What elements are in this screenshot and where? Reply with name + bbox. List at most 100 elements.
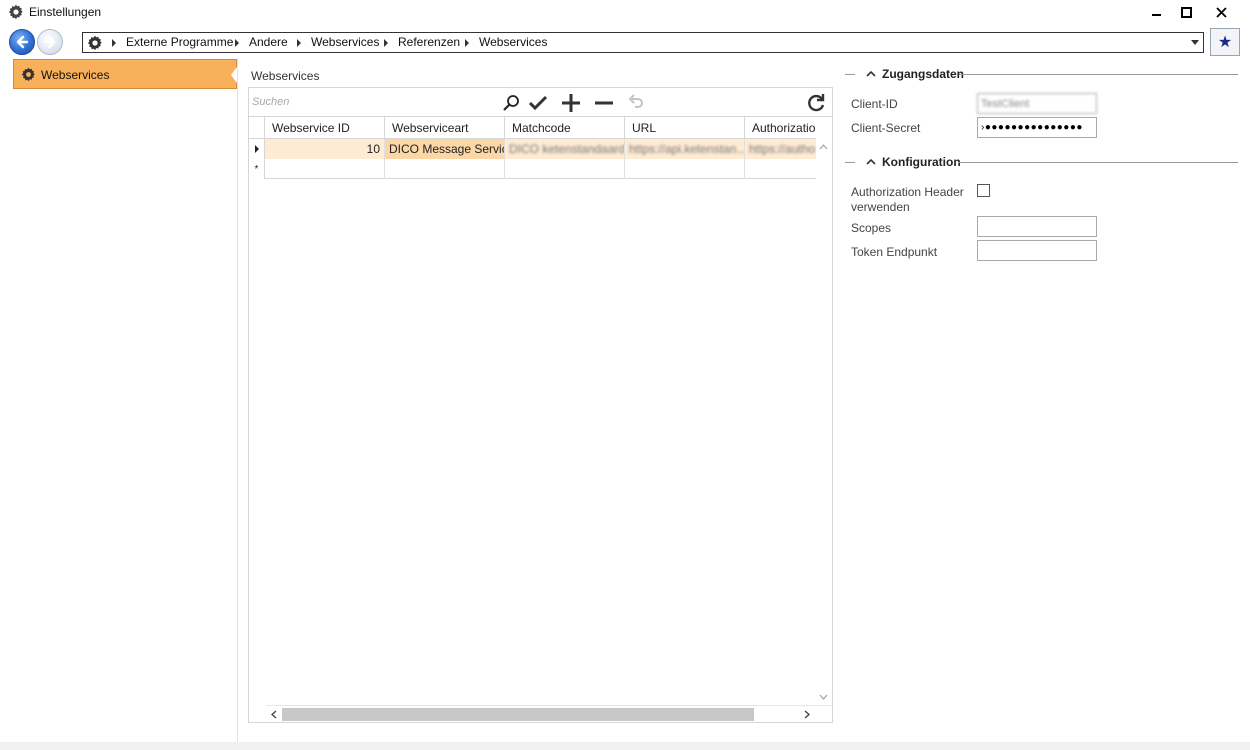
status-bar bbox=[0, 742, 1250, 750]
sidebar-item-webservices[interactable]: Webservices bbox=[13, 59, 237, 89]
minus-icon bbox=[595, 101, 613, 105]
arrow-left-icon bbox=[16, 35, 29, 49]
maximize-button[interactable] bbox=[1169, 0, 1203, 24]
gear-icon bbox=[87, 35, 102, 51]
breadcrumb-separator-icon bbox=[384, 39, 388, 47]
arrow-right-icon bbox=[43, 35, 56, 49]
breadcrumb-separator-icon bbox=[112, 39, 116, 47]
cell-matchcode[interactable]: DICO ketenstandaard bbox=[505, 139, 625, 159]
breadcrumb-item-andere[interactable]: Andere bbox=[249, 35, 288, 49]
cell-webserviceart[interactable]: DICO Message Service bbox=[385, 139, 505, 159]
grid-toolbar bbox=[249, 88, 832, 117]
breadcrumb-separator-icon bbox=[297, 39, 301, 47]
row-indicator bbox=[249, 139, 265, 159]
client-secret-field[interactable] bbox=[977, 117, 1097, 138]
new-cell-authorization[interactable] bbox=[745, 159, 816, 179]
row-indicator-header bbox=[249, 117, 265, 139]
new-cell-url[interactable] bbox=[625, 159, 745, 179]
token-endpoint-field[interactable] bbox=[977, 240, 1097, 261]
divider bbox=[958, 162, 1238, 163]
section-title: Konfiguration bbox=[882, 155, 961, 169]
navigation-bar: Externe Programme Andere Webservices Ref… bbox=[0, 26, 1250, 58]
title-bar: Einstellungen bbox=[0, 0, 1250, 24]
minimize-icon bbox=[1152, 14, 1161, 16]
refresh-icon bbox=[808, 94, 825, 112]
column-header-webservice-id[interactable]: Webservice ID bbox=[265, 117, 385, 139]
auth-header-checkbox[interactable] bbox=[977, 184, 990, 197]
new-cell-matchcode[interactable] bbox=[505, 159, 625, 179]
breadcrumb-item-webservices-current[interactable]: Webservices bbox=[479, 35, 547, 49]
breadcrumb[interactable]: Externe Programme Andere Webservices Ref… bbox=[82, 32, 1204, 53]
page-title: Webservices bbox=[251, 69, 320, 83]
client-id-field[interactable] bbox=[977, 93, 1097, 114]
divider bbox=[959, 74, 1238, 75]
add-button[interactable] bbox=[560, 92, 582, 114]
cell-webservice-id[interactable]: 10 bbox=[265, 139, 385, 159]
cell-url[interactable]: https://api.ketenstan... bbox=[625, 139, 745, 159]
divider bbox=[845, 162, 855, 163]
chevron-down-icon[interactable] bbox=[1191, 40, 1199, 45]
forward-button[interactable] bbox=[37, 29, 63, 55]
maximize-icon bbox=[1180, 6, 1192, 18]
breadcrumb-item-referenzen[interactable]: Referenzen bbox=[398, 35, 460, 49]
save-button[interactable] bbox=[527, 92, 549, 114]
search-icon bbox=[503, 95, 519, 111]
scopes-field[interactable] bbox=[977, 216, 1097, 237]
section-konfiguration[interactable]: Konfiguration bbox=[845, 154, 1238, 170]
refresh-button[interactable] bbox=[805, 92, 827, 114]
chevron-left-icon[interactable] bbox=[271, 710, 277, 719]
close-button[interactable] bbox=[1204, 0, 1238, 24]
chevron-right-icon[interactable] bbox=[804, 710, 810, 719]
webservices-grid: Webservice ID Webserviceart Matchcode UR… bbox=[248, 87, 833, 723]
cell-authorization-text: https://autho bbox=[749, 142, 816, 156]
sidebar-item-label: Webservices bbox=[41, 68, 110, 82]
table-row[interactable]: 10 DICO Message Service DICO ketenstanda… bbox=[249, 139, 816, 159]
cell-authorization[interactable]: https://autho bbox=[745, 139, 816, 159]
new-cell-webserviceart[interactable] bbox=[385, 159, 505, 179]
auth-header-label-line2: verwenden bbox=[851, 200, 910, 214]
chevron-down-icon[interactable] bbox=[819, 694, 828, 700]
star-icon: ★ bbox=[1217, 34, 1233, 51]
remove-button[interactable] bbox=[593, 92, 615, 114]
search-button[interactable] bbox=[500, 92, 522, 114]
client-secret-label: Client-Secret bbox=[851, 121, 921, 135]
undo-button[interactable] bbox=[626, 92, 648, 114]
column-header-webserviceart[interactable]: Webserviceart bbox=[385, 117, 505, 139]
new-row-indicator: * bbox=[249, 159, 265, 179]
undo-icon bbox=[628, 94, 643, 108]
selection-notch bbox=[231, 67, 237, 83]
breadcrumb-item-webservices[interactable]: Webservices bbox=[311, 35, 379, 49]
divider bbox=[845, 74, 855, 75]
grid-header: Webservice ID Webserviceart Matchcode UR… bbox=[249, 117, 816, 139]
section-zugangsdaten[interactable]: Zugangsdaten bbox=[845, 66, 1238, 82]
breadcrumb-separator-icon bbox=[465, 39, 469, 47]
horizontal-scrollbar[interactable] bbox=[266, 705, 832, 722]
auth-header-label: Authorization Header bbox=[851, 185, 964, 199]
column-header-url[interactable]: URL bbox=[625, 117, 745, 139]
asterisk-icon: * bbox=[254, 163, 259, 175]
close-icon bbox=[1215, 6, 1227, 18]
section-title: Zugangsdaten bbox=[882, 67, 965, 81]
column-header-authorization[interactable]: Authorization bbox=[745, 117, 816, 139]
plus-icon bbox=[562, 94, 580, 112]
gear-icon bbox=[21, 67, 35, 82]
chevron-up-icon[interactable] bbox=[865, 68, 877, 80]
favorite-button[interactable]: ★ bbox=[1210, 28, 1240, 56]
scrollbar-thumb[interactable] bbox=[282, 708, 754, 721]
chevron-up-icon[interactable] bbox=[819, 144, 828, 150]
column-header-matchcode[interactable]: Matchcode bbox=[505, 117, 625, 139]
window-title: Einstellungen bbox=[29, 5, 102, 19]
breadcrumb-separator-icon bbox=[235, 39, 239, 47]
search-input[interactable] bbox=[250, 92, 500, 112]
cell-matchcode-text: DICO ketenstandaard bbox=[509, 142, 625, 156]
back-button[interactable] bbox=[9, 29, 35, 55]
caret-right-icon bbox=[254, 145, 259, 153]
sidebar: Webservices bbox=[6, 58, 238, 742]
gear-icon bbox=[8, 4, 23, 20]
new-row[interactable]: * bbox=[249, 159, 816, 179]
new-cell-webservice-id[interactable] bbox=[265, 159, 385, 179]
breadcrumb-item-externe-programme[interactable]: Externe Programme bbox=[126, 35, 233, 49]
vertical-scrollbar[interactable] bbox=[816, 139, 832, 705]
chevron-up-icon[interactable] bbox=[865, 156, 877, 168]
cell-url-text: https://api.ketenstan... bbox=[629, 142, 745, 156]
